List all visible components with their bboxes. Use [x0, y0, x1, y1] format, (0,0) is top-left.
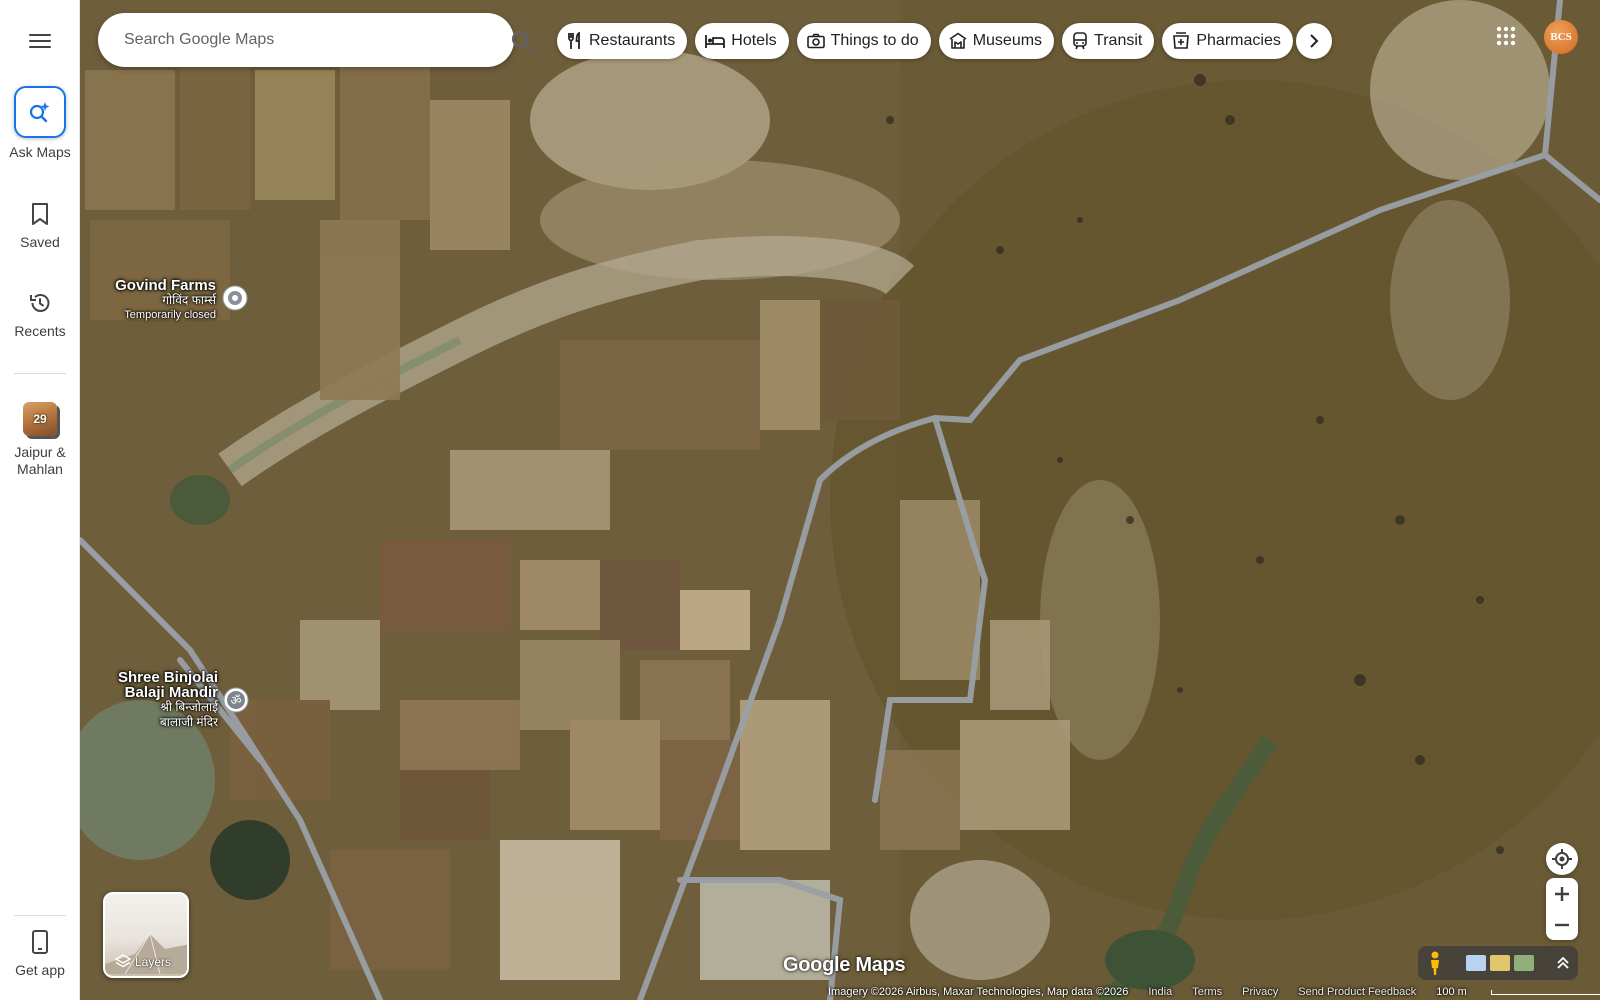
bed-icon [705, 35, 726, 48]
place-pin-icon[interactable] [221, 284, 249, 312]
map-mode-terrain-icon[interactable] [1490, 955, 1510, 971]
satellite-map[interactable] [0, 0, 1600, 1000]
recent-place-jaipur-mahlan[interactable]: 29 Jaipur & Mahlan [0, 402, 80, 478]
svg-text:ॐ: ॐ [231, 694, 242, 708]
museum-icon [949, 32, 967, 49]
pharmacy-icon [1173, 32, 1190, 49]
recents-button[interactable]: Recents [0, 289, 80, 340]
recents-label: Recents [14, 323, 66, 339]
recent-place-label-line2: Mahlan [17, 461, 63, 477]
place-name-hindi-line2: बालाजी मंदिर [159, 715, 218, 729]
chips-next-button[interactable] [1296, 23, 1332, 59]
get-app-label: Get app [15, 962, 65, 978]
place-name-hindi-line1: श्री बिन्जोलाई [160, 700, 218, 714]
chip-things-to-do[interactable]: Things to do [796, 23, 931, 59]
chip-museums[interactable]: Museums [938, 23, 1055, 59]
chip-label: Things to do [830, 32, 919, 49]
footer-link-india[interactable]: India [1148, 986, 1172, 998]
ask-maps-icon [14, 86, 66, 138]
ask-maps-label: Ask Maps [9, 144, 71, 160]
get-app-button[interactable]: Get app [0, 928, 80, 979]
phone-icon [26, 928, 54, 956]
scale-bar-line [1490, 989, 1600, 995]
place-name-line1: Shree Binjolai [117, 669, 218, 686]
plus-icon [1555, 886, 1569, 901]
temple-pin-icon[interactable]: ॐ [222, 686, 250, 714]
google-maps-logo: Google Maps [783, 954, 906, 976]
apps-grid-icon [1496, 26, 1516, 46]
layers-label: Layers [135, 955, 172, 969]
my-location-button[interactable] [1546, 843, 1578, 875]
saved-label: Saved [20, 234, 60, 250]
layers-button[interactable]: Layers [103, 892, 189, 978]
train-icon [1073, 32, 1087, 50]
category-chips: Restaurants Hotels Things to do Museums … [557, 23, 1293, 59]
layers-icon [115, 954, 131, 968]
chip-transit[interactable]: Transit [1062, 23, 1155, 59]
scale-label: 100 m [1436, 986, 1467, 998]
chip-label: Pharmacies [1196, 32, 1281, 49]
footer-link-terms[interactable]: Terms [1192, 986, 1222, 998]
rail-divider [14, 373, 66, 374]
history-icon [26, 289, 54, 317]
recent-place-thumbnail: 29 [23, 402, 57, 436]
chip-label: Museums [972, 32, 1043, 49]
search-box [98, 13, 593, 67]
footer-link-privacy[interactable]: Privacy [1242, 986, 1278, 998]
chip-label: Restaurants [589, 32, 676, 49]
google-apps-button[interactable] [1492, 22, 1520, 50]
rail-divider [14, 915, 66, 916]
saved-button[interactable]: Saved [0, 200, 80, 251]
place-status: Temporarily closed [124, 309, 216, 321]
scale-bar[interactable]: 100 m [1436, 986, 1600, 998]
menu-button[interactable] [22, 26, 58, 56]
zoom-in-button[interactable] [1546, 878, 1578, 909]
chip-label: Hotels [731, 32, 777, 49]
chip-restaurants[interactable]: Restaurants [557, 23, 688, 59]
place-name-line2: Balaji Mandir [124, 684, 218, 701]
chip-hotels[interactable]: Hotels [695, 23, 789, 59]
map-tools-bar [1418, 946, 1578, 980]
crosshair-icon [1552, 849, 1572, 869]
search-icon[interactable] [510, 29, 534, 53]
chevron-up-double-icon[interactable] [1556, 956, 1570, 970]
minus-icon [1555, 923, 1569, 926]
zoom-out-button[interactable] [1546, 909, 1578, 940]
place-label-govind-farms[interactable]: Govind Farms गोविंद फार्म्स Temporarily … [80, 278, 216, 323]
map-mode-satellite-icon[interactable] [1514, 955, 1534, 971]
map-footer: Imagery ©2026 Airbus, Maxar Technologies… [828, 984, 1600, 1000]
place-name-hindi: गोविंद फार्म्स [162, 293, 216, 307]
recent-place-badge: 29 [33, 412, 47, 426]
imagery-attribution: Imagery ©2026 Airbus, Maxar Technologies… [828, 986, 1129, 998]
place-label-shree-binjolai[interactable]: Shree Binjolai Balaji Mandir श्री बिन्जो… [80, 670, 218, 730]
zoom-control [1546, 878, 1578, 940]
ask-maps-button[interactable]: Ask Maps [0, 86, 80, 161]
footer-link-feedback[interactable]: Send Product Feedback [1298, 986, 1416, 998]
account-avatar[interactable]: BCS [1544, 20, 1578, 54]
recent-place-label-line1: Jaipur & [14, 444, 66, 460]
chip-label: Transit [1094, 32, 1143, 49]
bookmark-icon [26, 200, 54, 228]
search-input[interactable] [124, 25, 394, 55]
left-rail: Ask Maps Saved Recents 29 Jaipur & Mahla… [0, 0, 80, 1000]
place-name: Govind Farms [115, 277, 216, 294]
fork-knife-icon [568, 32, 580, 49]
map-mode-default-icon[interactable] [1466, 955, 1486, 971]
pegman-icon[interactable] [1426, 950, 1444, 976]
chip-pharmacies[interactable]: Pharmacies [1162, 23, 1293, 59]
chevron-right-icon [1310, 34, 1319, 48]
camera-icon [806, 33, 825, 49]
